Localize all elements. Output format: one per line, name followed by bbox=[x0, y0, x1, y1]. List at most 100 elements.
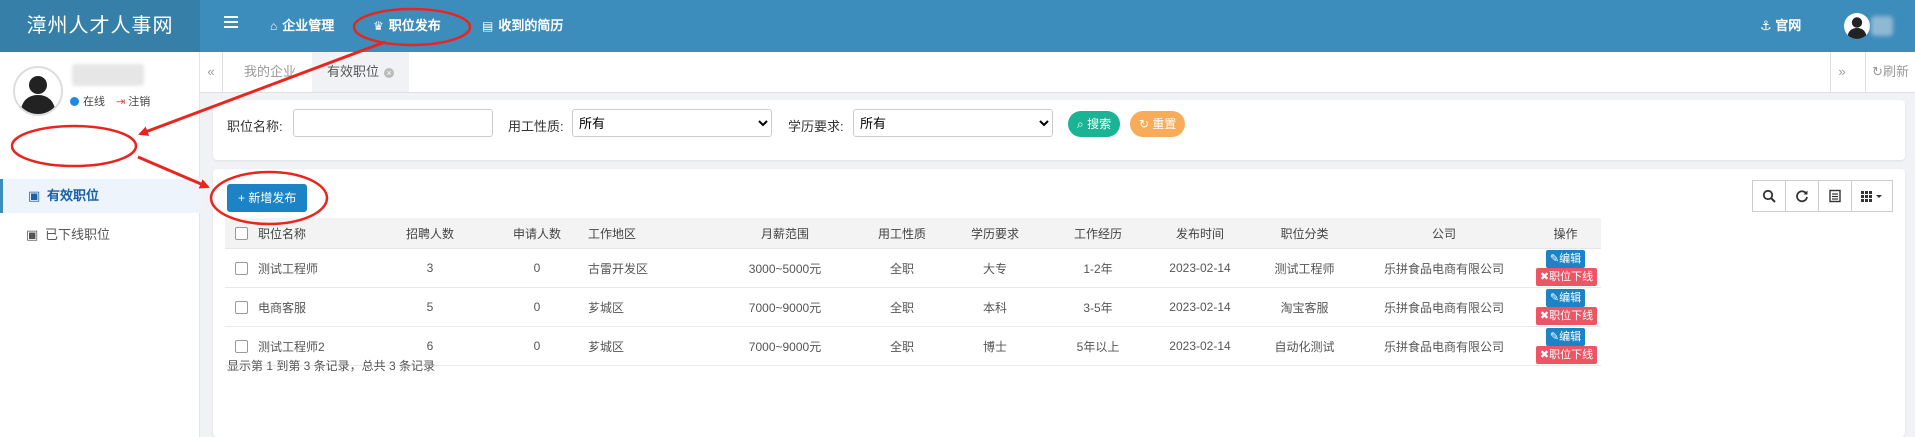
edit-button[interactable]: ✎编辑 bbox=[1545, 328, 1586, 346]
table-row[interactable]: 电商客服 5 0 芗城区 7000~9000元 全职 本科 3-5年 2023-… bbox=[225, 287, 1601, 327]
reset-button[interactable]: ↻ 重置 bbox=[1130, 111, 1186, 137]
table-header-row: 职位名称 招聘人数 申请人数 工作地区 月薪范围 用工性质 学历要求 工作经历 … bbox=[225, 218, 1601, 249]
row-checkbox[interactable] bbox=[234, 340, 248, 354]
column-header[interactable]: 用工性质 bbox=[861, 218, 943, 249]
sidebar: 在线 ⇥ 注销 ▣ 有效职位 ▣ 已下线职位 bbox=[0, 52, 202, 437]
cell-work-type: 全职 bbox=[861, 248, 943, 288]
tab-my-company[interactable]: 我的企业 bbox=[229, 52, 311, 92]
close-icon: ✖ bbox=[1539, 271, 1550, 283]
offline-button[interactable]: ✖职位下线 bbox=[1535, 268, 1598, 286]
column-header[interactable]: 月薪范围 bbox=[709, 218, 861, 249]
tab-active-jobs[interactable]: 有效职位 × bbox=[312, 52, 410, 92]
table-row[interactable]: 测试工程师 3 0 古雷开发区 3000~5000元 全职 大专 1-2年 20… bbox=[225, 248, 1601, 288]
search-button[interactable]: ⌕ 搜索 bbox=[1068, 111, 1121, 137]
edit-icon: ✎ bbox=[1549, 292, 1560, 304]
cell-applicants: 0 bbox=[496, 287, 578, 327]
cell-headcount: 3 bbox=[364, 248, 496, 288]
edit-icon: ✎ bbox=[1549, 331, 1560, 343]
job-name-label: 职位名称: bbox=[227, 119, 283, 134]
cell-applicants: 0 bbox=[496, 326, 578, 366]
briefcase-icon: ▣ bbox=[26, 227, 39, 242]
work-type-label: 用工性质: bbox=[508, 119, 564, 134]
nav-official-site[interactable]: ⚓ 官网 bbox=[1760, 0, 1801, 52]
offline-button[interactable]: ✖职位下线 bbox=[1535, 346, 1598, 364]
refresh-tab-button[interactable]: ↻刷新 bbox=[1865, 52, 1915, 92]
column-header[interactable]: 工作经历 bbox=[1047, 218, 1149, 249]
cell-experience: 1-2年 bbox=[1047, 248, 1149, 288]
cell-applicants: 0 bbox=[496, 248, 578, 288]
job-name-input[interactable] bbox=[293, 109, 493, 137]
column-header[interactable]: 招聘人数 bbox=[364, 218, 496, 249]
row-checkbox[interactable] bbox=[234, 301, 248, 315]
search-icon[interactable] bbox=[1752, 180, 1786, 212]
cell-work-type: 全职 bbox=[861, 287, 943, 327]
online-dot-icon bbox=[70, 97, 79, 106]
column-header: 操作 bbox=[1530, 218, 1601, 249]
cell-publish-date: 2023-02-14 bbox=[1149, 248, 1251, 288]
newspaper-icon: ▤ bbox=[482, 19, 494, 33]
nav-received-resumes[interactable]: ▤ 收到的简历 bbox=[482, 0, 563, 52]
work-type-select[interactable]: 所有 bbox=[572, 109, 772, 137]
sidebar-item-active-jobs[interactable]: ▣ 有效职位 bbox=[0, 179, 202, 213]
column-header[interactable]: 发布时间 bbox=[1149, 218, 1251, 249]
cell-education: 大专 bbox=[943, 248, 1047, 288]
table-panel: + 新增发布 职位名称 招聘人数 申请人数 工作地区 月薪范围 用工性质 学历要… bbox=[213, 169, 1905, 437]
offline-button[interactable]: ✖职位下线 bbox=[1535, 307, 1598, 325]
grid-icon[interactable] bbox=[1851, 180, 1893, 212]
cell-experience: 5年以上 bbox=[1047, 326, 1149, 366]
column-header[interactable]: 申请人数 bbox=[496, 218, 578, 249]
close-icon[interactable]: × bbox=[384, 68, 395, 78]
close-icon: ✖ bbox=[1539, 349, 1550, 361]
cell-education: 本科 bbox=[943, 287, 1047, 327]
menu-icon[interactable] bbox=[224, 16, 238, 30]
cell-publish-date: 2023-02-14 bbox=[1149, 287, 1251, 327]
refresh-icon: ↻ bbox=[1139, 117, 1150, 131]
user-name-blurred[interactable] bbox=[1871, 16, 1893, 36]
add-job-button[interactable]: + 新增发布 bbox=[227, 184, 308, 212]
logout-link[interactable]: 注销 bbox=[128, 96, 150, 108]
logout-icon[interactable]: ⇥ bbox=[116, 96, 125, 108]
column-header[interactable]: 工作地区 bbox=[578, 218, 709, 249]
cell-category: 自动化测试 bbox=[1251, 326, 1358, 366]
cell-salary: 7000~9000元 bbox=[709, 326, 861, 366]
cell-actions: ✎编辑✖职位下线 bbox=[1530, 287, 1601, 327]
plus-icon: + bbox=[238, 191, 246, 205]
search-panel: 职位名称: 用工性质: 所有 学历要求: 所有 ⌕ 搜索 ↻ 重置 bbox=[213, 100, 1905, 160]
tabs-scroll-right-icon[interactable]: » bbox=[1830, 52, 1853, 92]
nav-company-manage[interactable]: ⌂ 企业管理 bbox=[270, 0, 334, 52]
top-navbar: 漳州人才人事网 ⌂ 企业管理 ♛ 职位发布 ▤ 收到的简历 ⚓ 官网 bbox=[0, 0, 1915, 52]
column-header[interactable]: 公司 bbox=[1358, 218, 1530, 249]
row-checkbox[interactable] bbox=[234, 262, 248, 276]
table-toolbar bbox=[1752, 180, 1893, 212]
sidebar-item-offline-jobs[interactable]: ▣ 已下线职位 bbox=[0, 218, 199, 252]
cell-headcount: 5 bbox=[364, 287, 496, 327]
cell-publish-date: 2023-02-14 bbox=[1149, 326, 1251, 366]
jobs-table: 职位名称 招聘人数 申请人数 工作地区 月薪范围 用工性质 学历要求 工作经历 … bbox=[225, 218, 1601, 366]
avatar bbox=[13, 66, 63, 116]
cell-category: 测试工程师 bbox=[1251, 248, 1358, 288]
nav-job-publish[interactable]: ♛ 职位发布 bbox=[373, 0, 441, 52]
column-header[interactable]: 职位分类 bbox=[1251, 218, 1358, 249]
cell-company: 乐拼食品电商有限公司 bbox=[1358, 326, 1530, 366]
trophy-icon: ♛ bbox=[373, 19, 384, 33]
app-logo[interactable]: 漳州人才人事网 bbox=[0, 0, 200, 52]
select-all-checkbox[interactable] bbox=[234, 227, 248, 241]
edit-button[interactable]: ✎编辑 bbox=[1545, 250, 1586, 268]
close-icon: ✖ bbox=[1539, 310, 1550, 322]
education-select[interactable]: 所有 bbox=[853, 109, 1053, 137]
pagination-info: 显示第 1 到第 3 条记录，总共 3 条记录 bbox=[227, 359, 436, 373]
cell-actions: ✎编辑✖职位下线 bbox=[1530, 248, 1601, 288]
column-header[interactable]: 职位名称 bbox=[257, 218, 364, 249]
home-icon: ⌂ bbox=[270, 19, 278, 33]
cell-actions: ✎编辑✖职位下线 bbox=[1530, 326, 1601, 366]
cell-company: 乐拼食品电商有限公司 bbox=[1358, 287, 1530, 327]
refresh-icon: ↻ bbox=[1872, 64, 1883, 79]
edit-button[interactable]: ✎编辑 bbox=[1545, 289, 1586, 307]
column-header[interactable]: 学历要求 bbox=[943, 218, 1047, 249]
list-icon[interactable] bbox=[1818, 180, 1852, 212]
cell-experience: 3-5年 bbox=[1047, 287, 1149, 327]
cell-area: 芗城区 bbox=[578, 287, 709, 327]
user-avatar[interactable] bbox=[1844, 13, 1870, 39]
refresh-icon[interactable] bbox=[1785, 180, 1819, 212]
tabs-scroll-left-icon[interactable]: « bbox=[200, 52, 223, 92]
